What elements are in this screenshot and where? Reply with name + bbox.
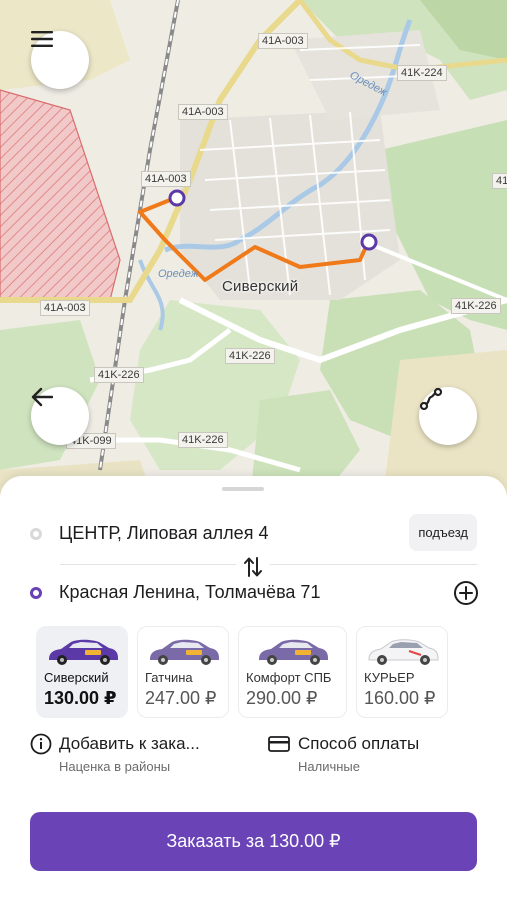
destination-dot-icon xyxy=(30,586,42,599)
tariff-price: 130.00 ₽ xyxy=(44,688,117,708)
road-label: 41K-226 xyxy=(492,173,507,189)
road-label: 41A-003 xyxy=(40,300,90,316)
road-label: 41K-224 xyxy=(397,65,447,81)
end-marker xyxy=(360,233,378,251)
car-icon xyxy=(150,639,219,665)
tariff-card[interactable]: Гатчина 247.00 ₽ xyxy=(137,626,229,718)
tariff-name: Комфорт СПБ xyxy=(246,670,332,685)
sheet-grabber[interactable] xyxy=(222,487,264,491)
road-label: 41A-003 xyxy=(141,171,191,187)
road-label: 41K-226 xyxy=(225,348,275,364)
car-icon xyxy=(259,639,328,665)
menu-icon xyxy=(31,31,53,47)
plus-circle-icon[interactable] xyxy=(453,580,479,606)
tariff-price: 290.00 ₽ xyxy=(246,688,318,708)
swap-icon xyxy=(244,557,262,577)
order-button[interactable]: Заказать за 130.00 ₽ xyxy=(30,812,477,871)
payment-option-subtitle: Наличные xyxy=(298,759,360,774)
road-label: 41A-003 xyxy=(178,104,228,120)
order-sheet: ЦЕНТР, Липовая аллея 4 подъезд Красная Л… xyxy=(0,476,507,900)
destination-address-row[interactable]: Красная Ленина, Толмачёва 71 xyxy=(30,582,477,603)
map-view[interactable]: 41A-003 41A-003 41A-003 41K-224 41A-003 … xyxy=(0,0,507,520)
town-label: Сиверский xyxy=(222,278,299,295)
back-arrow-icon xyxy=(31,387,53,407)
car-icon xyxy=(49,639,118,665)
destination-address: Красная Ленина, Толмачёва 71 xyxy=(59,582,321,602)
tariff-list: Сиверский 130.00 ₽ Гатчина 247.00 ₽ Комф… xyxy=(36,626,448,718)
card-icon xyxy=(268,736,290,752)
tariff-price: 160.00 ₽ xyxy=(364,688,436,708)
swap-button[interactable] xyxy=(236,550,270,584)
tariff-name: КУРЬЕР xyxy=(364,670,415,685)
extra-option-title: Добавить к зака... xyxy=(59,734,200,753)
road-label: 41K-226 xyxy=(94,367,144,383)
extra-option[interactable]: Добавить к зака... Наценка в районы xyxy=(30,733,200,774)
road-label: 41K-226 xyxy=(178,432,228,448)
start-marker xyxy=(168,189,186,207)
entrance-button[interactable]: подъезд xyxy=(409,514,477,551)
car-icon xyxy=(368,639,439,665)
pickup-address: ЦЕНТР, Липовая аллея 4 xyxy=(59,523,269,543)
tariff-name: Сиверский xyxy=(44,670,109,685)
route-button[interactable] xyxy=(419,387,477,445)
back-button[interactable] xyxy=(31,387,89,445)
info-icon xyxy=(30,733,52,755)
tariff-price: 247.00 ₽ xyxy=(145,688,217,708)
payment-option[interactable]: Способ оплаты Наличные xyxy=(268,734,419,774)
river-label: Оредеж xyxy=(158,268,199,280)
tariff-card[interactable]: КУРЬЕР 160.00 ₽ xyxy=(356,626,448,718)
road-label: 41A-003 xyxy=(258,33,308,49)
tariff-name: Гатчина xyxy=(145,670,193,685)
tariff-card[interactable]: Комфорт СПБ 290.00 ₽ xyxy=(238,626,347,718)
payment-option-title: Способ оплаты xyxy=(298,734,420,753)
route-icon xyxy=(419,387,443,411)
pickup-dot-icon xyxy=(30,527,42,540)
menu-button[interactable] xyxy=(31,31,89,89)
road-label: 41K-226 xyxy=(451,298,501,314)
tariff-card[interactable]: Сиверский 130.00 ₽ xyxy=(36,626,128,718)
extra-option-subtitle: Наценка в районы xyxy=(59,759,171,774)
